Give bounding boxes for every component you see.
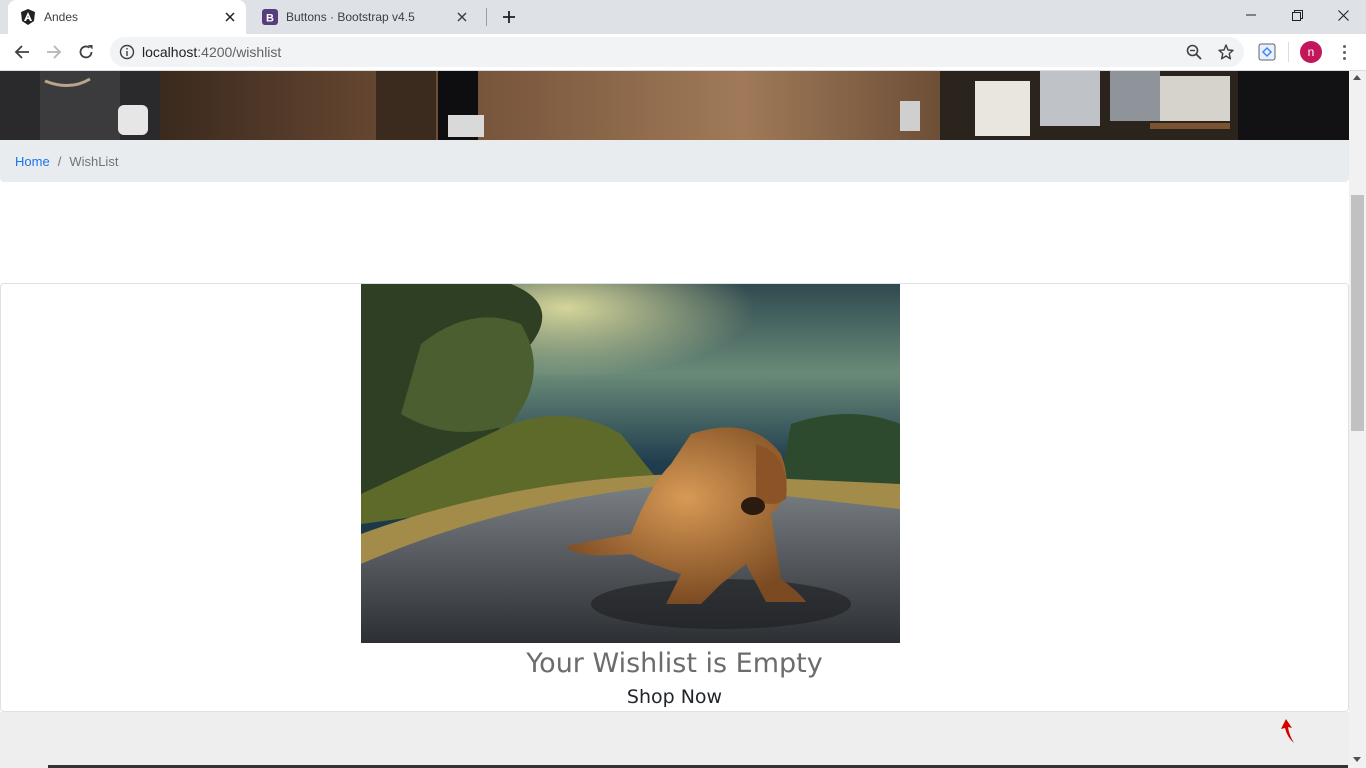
empty-wishlist-title: Your Wishlist is Empty	[526, 648, 823, 679]
tab-andes[interactable]: Andes	[8, 0, 246, 34]
store-banner-image	[0, 71, 1349, 140]
shop-now-button[interactable]: Shop Now	[1, 686, 1348, 708]
plus-icon	[503, 11, 515, 23]
zoom-icon[interactable]	[1186, 44, 1202, 60]
restore-icon	[1291, 9, 1303, 21]
breadcrumb-current: WishList	[69, 153, 119, 169]
tab-close-icon[interactable]	[454, 9, 470, 25]
new-tab-button[interactable]	[498, 6, 520, 28]
browser-toolbar: localhost:4200/wishlist n	[0, 34, 1366, 71]
close-window-button[interactable]	[1320, 0, 1366, 30]
forward-button[interactable]	[41, 39, 67, 65]
page-viewport: Home / WishList Your Wishlist is Empty S…	[0, 71, 1349, 768]
vertical-scrollbar[interactable]	[1349, 71, 1366, 768]
empty-wishlist-card: Your Wishlist is Empty Shop Now	[0, 283, 1349, 712]
extension-icon[interactable]	[1258, 43, 1276, 61]
reload-button[interactable]	[73, 39, 99, 65]
profile-avatar[interactable]: n	[1300, 41, 1322, 63]
breadcrumb-home-link[interactable]: Home	[15, 154, 50, 169]
page-footer-area	[0, 712, 1349, 768]
minimize-icon	[1246, 14, 1256, 16]
toolbar-separator	[1288, 42, 1289, 62]
minimize-button[interactable]	[1228, 0, 1274, 30]
tab-separator	[486, 8, 487, 26]
back-to-top-arrow-icon[interactable]	[1278, 717, 1298, 745]
tab-title: Andes	[44, 10, 79, 24]
arrow-right-icon	[47, 45, 62, 59]
address-bar[interactable]: localhost:4200/wishlist	[110, 37, 1244, 67]
tab-title: Buttons · Bootstrap v4.5	[286, 10, 415, 24]
tab-bootstrap-buttons[interactable]: B Buttons · Bootstrap v4.5	[250, 0, 478, 34]
arrow-left-icon	[14, 45, 29, 59]
browser-tabstrip: Andes B Buttons · Bootstrap v4.5	[0, 0, 1366, 34]
sad-dog-image	[361, 284, 900, 643]
reload-icon	[79, 45, 93, 59]
url-text: localhost:4200/wishlist	[142, 44, 281, 60]
info-icon	[119, 44, 135, 60]
bookmark-star-icon[interactable]	[1218, 44, 1234, 60]
url-path: :4200/wishlist	[197, 44, 282, 60]
svg-text:B: B	[266, 13, 274, 25]
bootstrap-icon: B	[262, 9, 278, 25]
back-button[interactable]	[9, 39, 35, 65]
browser-menu-icon[interactable]	[1336, 42, 1352, 62]
restore-button[interactable]	[1274, 0, 1320, 30]
angular-icon	[20, 9, 36, 25]
scroll-down-arrow-icon[interactable]	[1353, 757, 1361, 762]
scroll-up-arrow-icon[interactable]	[1353, 75, 1361, 80]
scrollbar-thumb[interactable]	[1351, 195, 1364, 431]
breadcrumb-separator: /	[57, 153, 62, 169]
url-host: localhost	[142, 44, 198, 60]
tab-close-icon[interactable]	[222, 9, 238, 25]
close-icon	[1337, 9, 1349, 21]
breadcrumb: Home / WishList	[0, 140, 1349, 182]
